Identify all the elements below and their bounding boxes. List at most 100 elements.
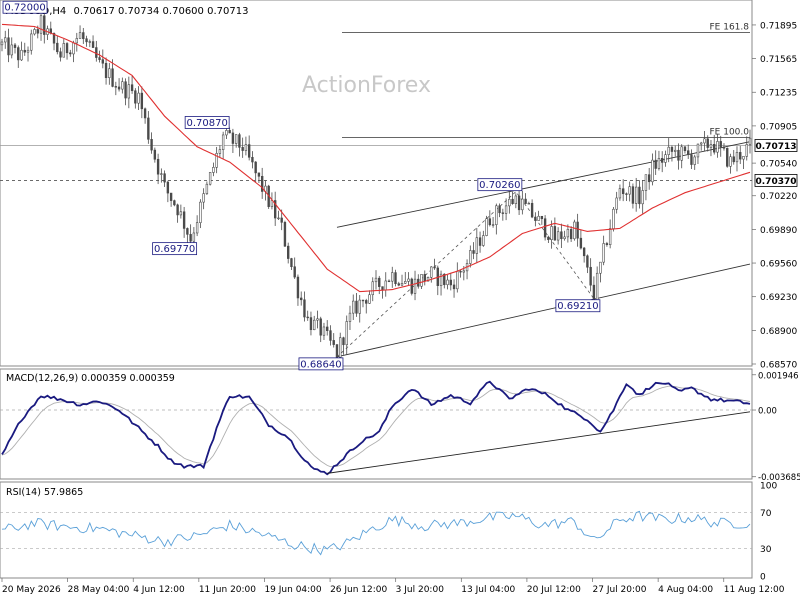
candle-body: [195, 222, 199, 234]
candle-body: [306, 316, 309, 319]
candle-body: [290, 258, 293, 268]
price-annotation-label: 0.68640: [300, 359, 341, 370]
rsi-axis-label: 70: [760, 509, 772, 519]
candle-body: [654, 159, 657, 169]
candle-body: [550, 226, 553, 240]
candle-body: [729, 156, 732, 167]
candle-body: [579, 237, 583, 249]
watermark: ActionForex: [302, 73, 431, 98]
candle-body: [709, 144, 713, 148]
candle-body: [179, 211, 183, 216]
candle-body: [488, 218, 492, 226]
candle-body: [573, 221, 576, 240]
price-annotation-label: 0.69770: [154, 244, 195, 255]
candle-body: [59, 51, 62, 58]
price-annotation-label: 0.70260: [479, 180, 520, 191]
candle-body: [641, 190, 644, 205]
candle-body: [78, 32, 82, 39]
rsi-label: RSI(14) 57.9865: [6, 487, 83, 498]
candle-body: [114, 86, 118, 88]
candle-body: [361, 299, 365, 302]
candle-body: [381, 286, 384, 291]
candle-body: [449, 279, 452, 286]
candle-body: [221, 134, 225, 150]
candle-body: [254, 161, 257, 174]
candle-body: [137, 92, 140, 104]
candle-body: [634, 186, 638, 204]
candle-body: [696, 143, 700, 158]
candle-body: [56, 42, 59, 53]
candle-body: [530, 202, 534, 218]
price-axis-label: 0.71565: [760, 55, 797, 65]
candle-body: [716, 141, 719, 153]
candle-body: [647, 174, 651, 183]
candle-body: [420, 274, 423, 287]
candle-body: [478, 237, 482, 246]
candle-body: [218, 149, 222, 154]
price-axis-label: 0.70905: [760, 122, 797, 132]
candle-body: [342, 337, 345, 346]
candle-body: [202, 193, 205, 203]
price-annotation-label: 0.70870: [186, 118, 227, 129]
candle-body: [495, 205, 498, 225]
price-annotation-label: 0.72000: [4, 3, 45, 14]
candle-body: [556, 231, 560, 241]
price-axis-label: 0.69890: [760, 226, 797, 236]
macd-label: MACD(12,26,9) 0.000359 0.000359: [6, 373, 175, 384]
candle-body: [706, 138, 709, 148]
time-axis-label: 13 Jul 04:00: [461, 585, 515, 595]
candle-body: [33, 29, 36, 35]
candle-body: [674, 149, 677, 152]
price-axis-label: 0.68900: [760, 327, 797, 337]
candle-body: [104, 62, 108, 79]
candle-body: [508, 198, 511, 207]
candle-body: [251, 156, 254, 163]
candle-body: [85, 38, 88, 43]
candle-body: [303, 299, 306, 318]
candle-body: [108, 68, 111, 79]
time-axis-label: 20 Jul 12:00: [527, 585, 581, 595]
rsi-axis-label: 30: [760, 545, 772, 555]
candle-body: [72, 42, 75, 55]
candle-body: [410, 278, 413, 294]
candle-body: [166, 181, 170, 194]
candle-body: [504, 205, 508, 214]
candle-body: [602, 243, 605, 263]
candle-body: [147, 117, 150, 140]
candle-body: [576, 221, 579, 239]
candle-body: [625, 193, 628, 195]
candle-body: [75, 38, 78, 44]
candle-body: [13, 44, 17, 48]
candle-body: [433, 266, 436, 269]
candle-body: [176, 204, 179, 216]
candle-body: [683, 146, 687, 152]
candle-body: [238, 134, 241, 148]
candle-body: [745, 144, 748, 157]
candle-body: [43, 15, 46, 35]
candle-body: [713, 144, 716, 153]
price-annotation-label: 0.69210: [557, 301, 598, 312]
level-price-tag: 0.70370: [756, 177, 797, 187]
candle-body: [657, 157, 661, 169]
candle-body: [322, 326, 326, 336]
candle-body: [319, 318, 322, 336]
candle-body: [365, 300, 368, 304]
candle-body: [36, 29, 39, 34]
candle-body: [189, 234, 192, 242]
candle-body: [173, 200, 176, 206]
candle-body: [582, 247, 586, 257]
candle-body: [732, 156, 735, 163]
candle-body: [234, 134, 238, 144]
time-axis-label: 4 Jun 12:00: [133, 585, 185, 595]
candle-body: [595, 272, 599, 301]
candle-body: [309, 317, 313, 331]
candle-body: [293, 266, 296, 278]
candle-body: [475, 237, 479, 254]
candle-body: [511, 198, 514, 204]
candle-body: [205, 183, 209, 194]
candle-body: [742, 155, 745, 160]
candle-body: [452, 284, 456, 290]
candle-body: [644, 174, 648, 191]
time-axis-label: 26 Jun 12:00: [330, 585, 387, 595]
candle-body: [719, 141, 722, 148]
